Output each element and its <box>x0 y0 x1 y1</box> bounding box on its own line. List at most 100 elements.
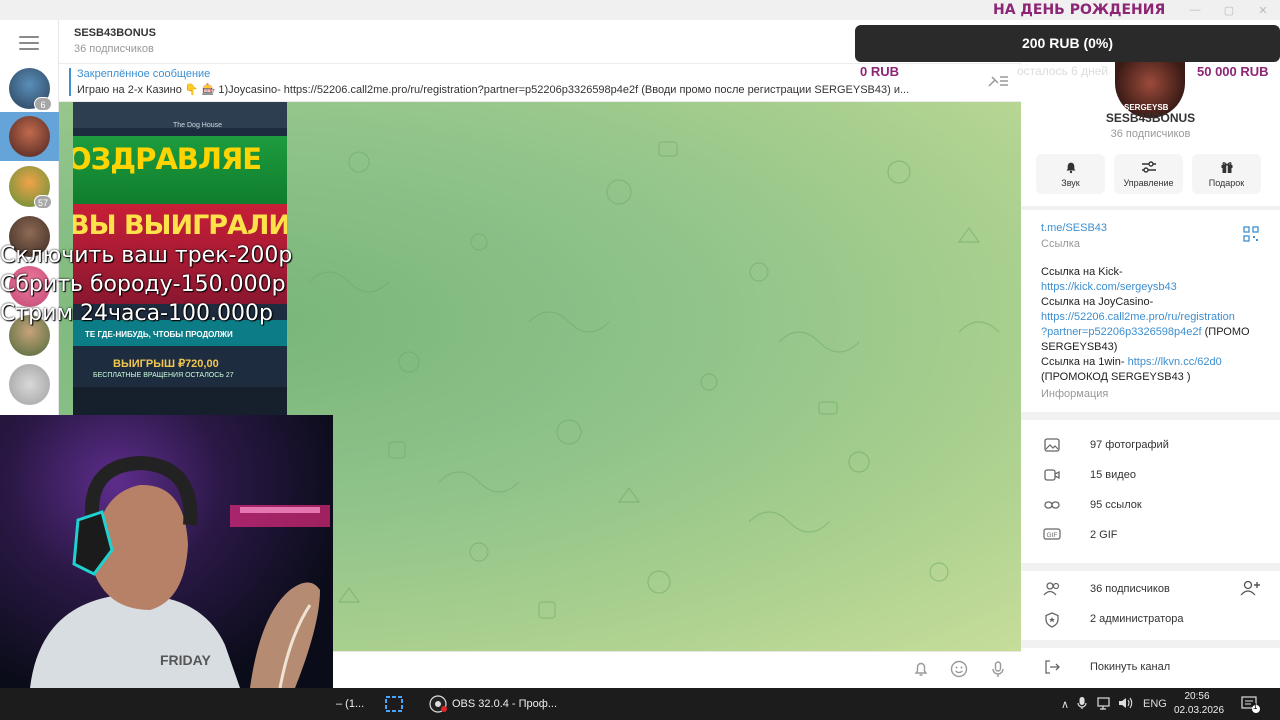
chat-avatar-active[interactable] <box>9 116 50 157</box>
pinned-title: Закреплённое сообщение <box>77 68 211 80</box>
admins-row[interactable]: 2 администратора <box>1021 605 1280 635</box>
stream-goal-days: осталось 6 дней <box>1017 64 1109 78</box>
webcam-feed: FRIDAY <box>0 415 333 688</box>
window-controls: — ▢ ✕ <box>1178 0 1280 20</box>
desc-1win-label: Ссылка на 1win- <box>1041 356 1128 368</box>
media-gif-row[interactable]: GIF 2 GIF <box>1021 521 1280 551</box>
gift-button[interactable]: Подарок <box>1192 154 1261 194</box>
game-title: The Dog House <box>173 122 223 129</box>
system-tray: ∧ ENG <box>1061 688 1167 720</box>
network-icon[interactable] <box>1097 696 1117 713</box>
manage-label: Управление <box>1123 178 1174 188</box>
language-indicator[interactable]: ENG <box>1143 698 1167 710</box>
stream-goal-title: НА ДЕНЬ РОЖДЕНИЯ <box>993 2 1166 18</box>
media-gif-label: 2 GIF <box>1090 529 1118 541</box>
microphone-icon[interactable] <box>987 660 1009 682</box>
link-icon <box>1043 498 1061 514</box>
overlay-line: Сбрить бороду-150.000р <box>0 272 286 297</box>
gift-label: Подарок <box>1208 178 1245 188</box>
volume-icon[interactable] <box>1117 696 1137 713</box>
stream-goal-max: 50 000 RUB <box>1197 64 1269 79</box>
video-congrats-text: ОЗДРАВЛЯЕ <box>73 142 262 176</box>
webcam-scene: FRIDAY <box>30 455 330 688</box>
video-small-text: ТЕ ГДЕ-НИБУДЬ, ЧТОБЫ ПРОДОЛЖИ <box>85 330 233 339</box>
desc-joy-promo: (ПРОМО <box>1201 326 1250 338</box>
pinned-list-icon[interactable] <box>987 74 1009 90</box>
members-icon <box>1043 582 1061 598</box>
bell-icon[interactable] <box>910 660 932 682</box>
desc-caption: Информация <box>1041 388 1109 400</box>
chat-avatar[interactable]: 6 <box>9 68 52 111</box>
notification-center-icon[interactable]: 1 <box>1240 688 1260 720</box>
desc-1win-promo: (ПРОМОКОД SERGEYSB43 ) <box>1041 371 1191 383</box>
overlay-line: Стрим 24часа-100.000р <box>0 301 273 326</box>
shared-media-card: 97 фотографий 15 видео 95 ссылок GIF 2 G… <box>1021 420 1280 563</box>
clock-date: 02.03.2026 <box>1174 705 1225 716</box>
leave-card: Покинуть канал <box>1021 648 1280 688</box>
desc-kick-url[interactable]: https://kick.com/sergeysb43 <box>1041 280 1177 295</box>
desc-joy-url-part2[interactable]: ?partner=p52206p3326598p4e2f <box>1041 326 1202 338</box>
gif-icon: GIF <box>1043 528 1061 544</box>
channel-link[interactable]: t.me/SESB43 <box>1041 221 1107 236</box>
admins-label: 2 администратора <box>1090 613 1184 625</box>
desc-joy-url[interactable]: https://52206.call2me.pro/ru/registratio… <box>1041 310 1235 325</box>
close-button[interactable]: ✕ <box>1246 0 1280 20</box>
pinned-text: Играю на 2-х Казино 👇 🎰 1)Joycasino- htt… <box>77 84 910 96</box>
obs-icon[interactable] <box>428 695 448 713</box>
desc-joy-promo-code: SERGEYSB43) <box>1041 341 1118 353</box>
video-bottom-strip <box>73 387 287 415</box>
chat-avatar[interactable]: 57 <box>9 166 52 209</box>
channel-name: SESB43BONUS <box>1105 111 1196 125</box>
desc-joy-line2: ?partner=p52206p3326598p4e2f (ПРОМО <box>1041 325 1250 340</box>
media-videos-label: 15 видео <box>1090 469 1136 481</box>
maximize-button[interactable]: ▢ <box>1212 0 1246 20</box>
bell-icon <box>1036 160 1105 174</box>
minimize-button[interactable]: — <box>1178 0 1212 20</box>
svg-text:GIF: GIF <box>1047 532 1058 539</box>
pinned-accent-bar <box>69 68 71 96</box>
video-icon <box>1043 468 1061 484</box>
stream-goal-current: 200 RUB (0%) <box>1021 35 1114 51</box>
media-links-row[interactable]: 95 ссылок <box>1021 491 1280 521</box>
chat-title: SESB43BONUS <box>74 27 156 39</box>
channel-info-panel: SERGEYSB SESB43BONUS 36 подписчиков Звук… <box>1021 20 1280 688</box>
unread-badge: 57 <box>33 195 52 209</box>
hamburger-menu-icon[interactable] <box>19 36 39 50</box>
members-card: 36 подписчиков 2 администратора <box>1021 571 1280 640</box>
message-composer[interactable] <box>333 651 1021 688</box>
channel-about-card: t.me/SESB43 Ссылка Ссылка на Kick- https… <box>1021 210 1280 412</box>
tray-chevron-icon[interactable]: ∧ <box>1061 698 1073 711</box>
microphone-tray-icon[interactable] <box>1077 696 1097 713</box>
overlay-line: Сключить ваш трек-200р <box>0 243 293 268</box>
taskbar-clock[interactable]: 20:56 02.03.2026 <box>1174 690 1225 718</box>
sound-button[interactable]: Звук <box>1036 154 1105 194</box>
chat-subtitle: 36 подписчиков <box>74 43 154 55</box>
media-photos-row[interactable]: 97 фотографий <box>1021 431 1280 461</box>
manage-button[interactable]: Управление <box>1114 154 1183 194</box>
desc-1win-url[interactable]: https://lkvn.cc/62d0 <box>1128 356 1222 368</box>
desc-joy-label: Ссылка на JoyCasino- <box>1041 296 1154 308</box>
emoji-icon[interactable] <box>948 660 970 682</box>
qr-code-icon[interactable] <box>1243 226 1259 247</box>
channel-avatar[interactable]: SERGEYSB <box>1115 60 1185 118</box>
video-won-text: ВЫ ВЫИГРАЛИ <box>73 210 287 241</box>
taskbar-obs[interactable]: OBS 32.0.4 - Проф... <box>452 688 557 720</box>
members-label: 36 подписчиков <box>1090 583 1170 595</box>
channel-link-caption: Ссылка <box>1041 238 1080 250</box>
add-member-icon[interactable] <box>1240 580 1262 599</box>
leave-channel-row[interactable]: Покинуть канал <box>1021 653 1280 683</box>
notification-count: 1 <box>1253 702 1258 711</box>
desc-kick-label: Ссылка на Kick- <box>1041 266 1123 278</box>
leave-label: Покинуть канал <box>1090 661 1171 673</box>
unread-badge: 6 <box>34 97 52 111</box>
chat-avatar[interactable] <box>9 364 50 405</box>
photo-icon <box>1043 438 1061 454</box>
taskbar: – (1... OBS 32.0.4 - Проф... ∧ ENG 20:56… <box>0 688 1280 720</box>
svg-text:FRIDAY: FRIDAY <box>160 652 211 668</box>
media-photos-label: 97 фотографий <box>1090 439 1169 451</box>
taskbar-item[interactable]: – (1... <box>336 688 364 720</box>
admin-shield-icon <box>1043 612 1061 628</box>
stream-goal-bar: 200 RUB (0%) <box>855 25 1280 62</box>
snipping-tool-icon[interactable] <box>384 695 404 713</box>
media-videos-row[interactable]: 15 видео <box>1021 461 1280 491</box>
